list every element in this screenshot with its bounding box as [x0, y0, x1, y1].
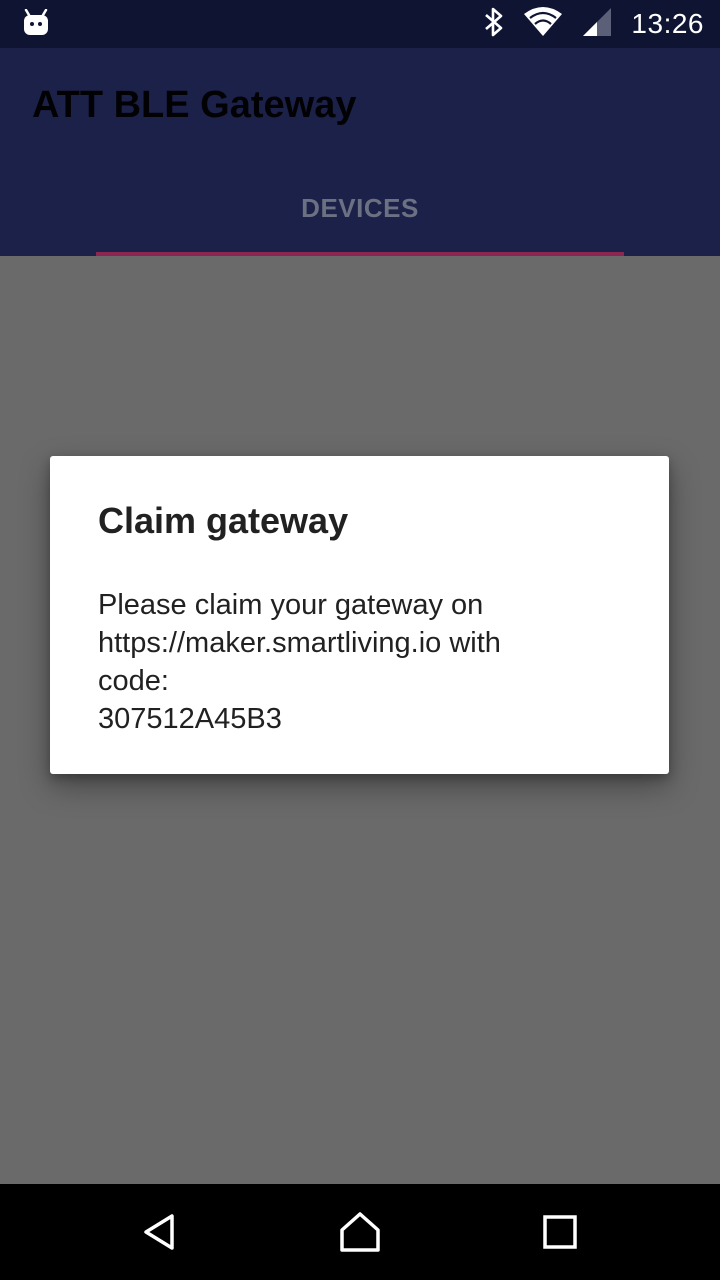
bluetooth-icon	[483, 7, 505, 41]
dialog-message-line: Please claim your gateway on	[98, 589, 484, 621]
dialog-message-line: code:	[98, 665, 169, 697]
tab-devices[interactable]: DEVICES	[96, 160, 624, 256]
navigation-bar	[0, 1184, 720, 1280]
app-title: ATT BLE Gateway	[32, 84, 357, 126]
dialog-message: Please claim your gateway on https://mak…	[98, 586, 618, 738]
home-button[interactable]	[330, 1204, 390, 1264]
tab-devices-label: DEVICES	[301, 192, 419, 223]
status-bar: 13:26	[0, 0, 720, 48]
recents-button[interactable]	[530, 1204, 590, 1264]
recents-icon	[542, 1214, 578, 1254]
dialog-title: Claim gateway	[98, 500, 349, 541]
home-icon	[338, 1210, 382, 1258]
status-time: 13:26	[631, 8, 704, 39]
claim-code: 307512A45B3	[98, 703, 282, 735]
dialog-message-line: https://maker.smartliving.io with	[98, 627, 501, 659]
wifi-icon	[523, 6, 563, 42]
back-icon	[140, 1212, 180, 1256]
claim-gateway-dialog: Claim gateway Please claim your gateway …	[50, 456, 669, 774]
tab-bar: DEVICES	[0, 160, 720, 256]
back-button[interactable]	[130, 1204, 190, 1264]
app-bar: ATT BLE Gateway	[0, 48, 720, 160]
android-debug-icon	[22, 8, 50, 41]
cell-signal-icon	[581, 6, 613, 42]
